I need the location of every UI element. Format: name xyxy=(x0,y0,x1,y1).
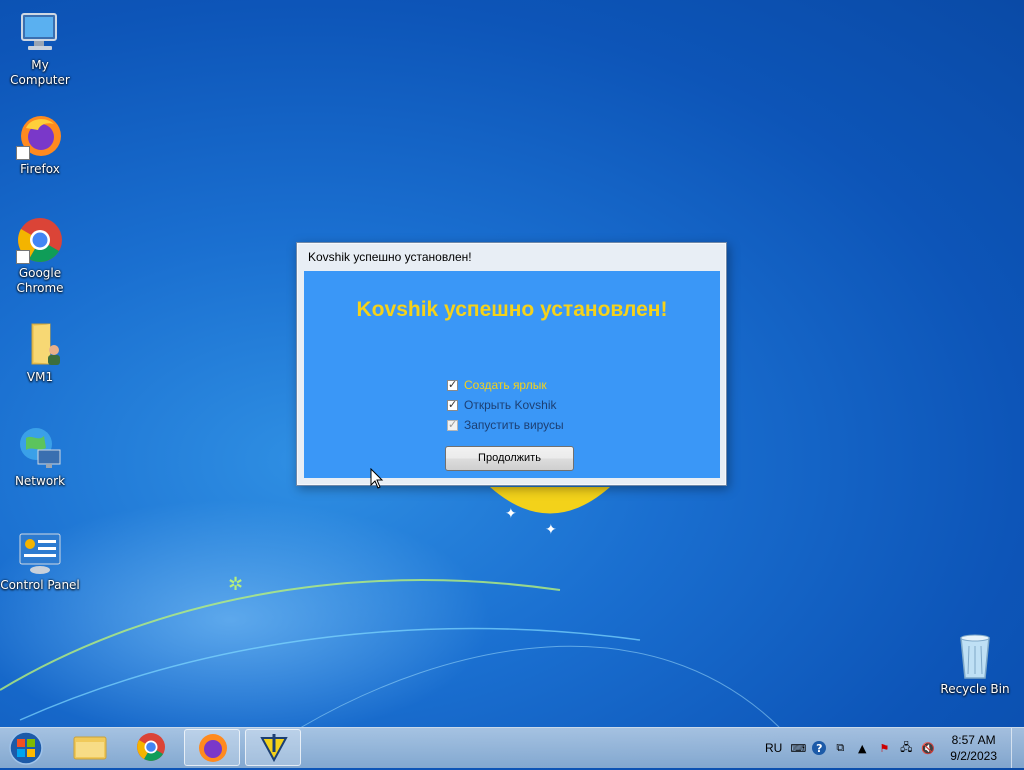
option-open-kovshik[interactable]: Открыть Kovshik xyxy=(447,396,556,414)
desktop-icon-recycle-bin[interactable]: Recycle Bin xyxy=(935,632,1015,697)
option-label: Создать ярлык xyxy=(464,378,547,392)
desktop-icon-label: Network xyxy=(14,474,66,488)
desktop-icon-my-computer[interactable]: My Computer xyxy=(0,8,80,88)
desktop-icon-label: Control Panel xyxy=(0,578,80,592)
desktop-icon-control-panel[interactable]: Control Panel xyxy=(0,528,80,593)
shortcut-arrow-icon xyxy=(16,146,30,160)
taskbar-chrome[interactable] xyxy=(123,729,179,766)
dialog-heading: Kovshik успешно установлен! xyxy=(356,298,668,321)
taskbar-file-explorer[interactable] xyxy=(62,729,118,766)
open-kovshik-checkbox[interactable] xyxy=(447,398,458,411)
help-icon[interactable]: ? xyxy=(812,741,827,755)
option-create-shortcut[interactable]: Создать ярлык xyxy=(447,376,547,394)
desktop-icon-label: Firefox xyxy=(20,162,60,176)
start-orb-icon xyxy=(9,731,43,765)
mouse-cursor-icon xyxy=(370,468,384,489)
computer-icon xyxy=(16,8,64,56)
firefox-icon xyxy=(16,112,64,160)
taskbar: RU ⌨ ? ⧉ ▲ ⚑ 🖧 🔇 8:57 AM 9/2/2023 xyxy=(0,727,1024,768)
create-shortcut-checkbox[interactable] xyxy=(447,378,458,391)
start-button[interactable] xyxy=(6,730,46,766)
option-run-viruses[interactable]: Запустить вирусы xyxy=(447,416,564,434)
continue-button[interactable]: Продолжить xyxy=(445,446,574,471)
network-status-icon[interactable]: 🖧 xyxy=(898,740,914,756)
desktop-icon-google-chrome[interactable]: Google Chrome xyxy=(0,216,80,296)
svg-text:✲: ✲ xyxy=(228,574,243,595)
installer-icon xyxy=(260,734,288,763)
volume-muted-icon[interactable]: 🔇 xyxy=(920,740,936,756)
clock-time: 8:57 AM xyxy=(951,733,996,747)
control-panel-icon xyxy=(16,528,64,576)
show-desktop-button[interactable] xyxy=(1011,728,1024,768)
file-explorer-icon xyxy=(73,736,107,760)
firefox-icon xyxy=(199,734,227,762)
clock-date: 9/2/2023 xyxy=(950,749,997,763)
taskbar-firefox[interactable] xyxy=(184,729,240,766)
svg-text:✦: ✦ xyxy=(545,522,557,538)
desktop-icon-label: VM1 xyxy=(26,370,54,384)
install-complete-dialog: Kovshik успешно установлен! Kovshik успе… xyxy=(296,242,727,486)
run-viruses-checkbox[interactable] xyxy=(447,418,458,431)
show-hidden-icons-chevron-icon[interactable]: ▲ xyxy=(854,740,870,756)
option-label: Запустить вирусы xyxy=(464,418,564,432)
desktop-icon-label: Recycle Bin xyxy=(940,682,1010,696)
clock[interactable]: 8:57 AM 9/2/2023 xyxy=(950,732,997,764)
shortcut-arrow-icon xyxy=(16,250,30,264)
recycle-bin-icon xyxy=(951,632,999,680)
language-indicator[interactable]: RU xyxy=(765,741,782,755)
chrome-icon xyxy=(137,733,165,761)
option-label: Открыть Kovshik xyxy=(464,398,557,412)
desktop-icon-firefox[interactable]: Firefox xyxy=(0,112,80,177)
user-folder-icon xyxy=(16,320,64,368)
dialog-title: Kovshik успешно установлен! xyxy=(308,250,472,264)
desktop-icon-vm1[interactable]: VM1 xyxy=(0,320,80,385)
action-center-flag-icon[interactable]: ⚑ xyxy=(876,740,892,756)
desktop-icon-network[interactable]: Network xyxy=(0,424,80,489)
svg-text:✦: ✦ xyxy=(505,506,517,522)
dialog-body: Kovshik успешно установлен! Создать ярлы… xyxy=(304,271,720,478)
desktop-icon-label: My Computer xyxy=(10,58,70,87)
keyboard-icon[interactable]: ⌨ xyxy=(790,740,806,756)
restore-windows-icon[interactable]: ⧉ xyxy=(832,740,848,756)
network-icon xyxy=(16,424,64,472)
chrome-icon xyxy=(16,216,64,264)
taskbar-installer[interactable] xyxy=(245,729,301,766)
system-tray: RU ⌨ ? ⧉ ▲ ⚑ 🖧 🔇 8:57 AM 9/2/2023 xyxy=(765,728,1024,768)
desktop-icon-label: Google Chrome xyxy=(16,266,64,295)
